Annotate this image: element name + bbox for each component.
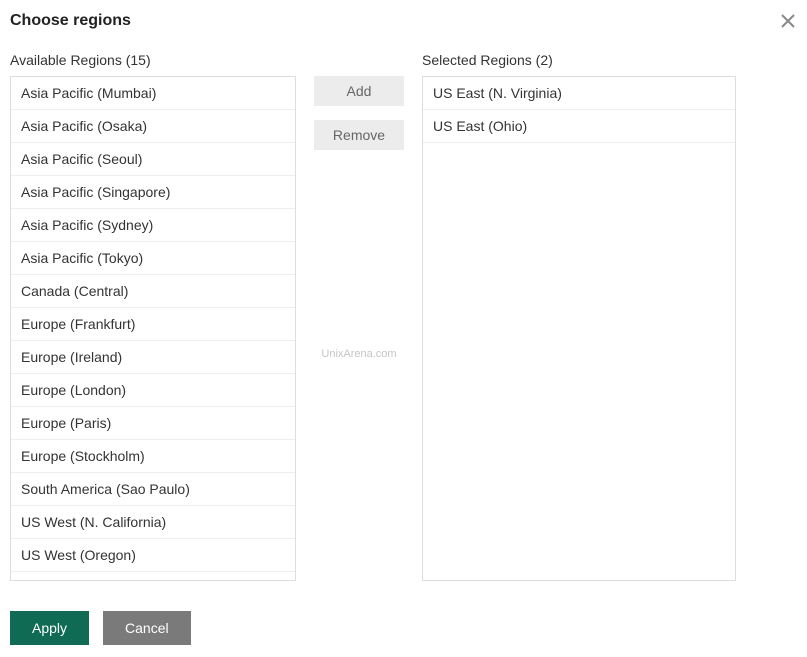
- add-button[interactable]: Add: [314, 76, 404, 106]
- list-item[interactable]: US East (Ohio): [423, 110, 735, 143]
- list-item[interactable]: Canada (Central): [11, 275, 295, 308]
- list-item[interactable]: US West (N. California): [11, 506, 295, 539]
- dialog-footer: Apply Cancel: [10, 611, 797, 645]
- selected-list[interactable]: US East (N. Virginia)US East (Ohio): [422, 76, 736, 581]
- list-item[interactable]: Europe (Ireland): [11, 341, 295, 374]
- selected-panel: Selected Regions (2) US East (N. Virgini…: [422, 52, 736, 581]
- list-item[interactable]: Asia Pacific (Tokyo): [11, 242, 295, 275]
- list-item[interactable]: Europe (London): [11, 374, 295, 407]
- available-count: 15: [130, 52, 146, 68]
- list-item[interactable]: South America (Sao Paulo): [11, 473, 295, 506]
- cancel-button[interactable]: Cancel: [103, 611, 191, 645]
- list-item[interactable]: US East (N. Virginia): [423, 77, 735, 110]
- available-label-text: Available Regions: [10, 52, 122, 68]
- list-item[interactable]: Asia Pacific (Mumbai): [11, 77, 295, 110]
- selected-label: Selected Regions (2): [422, 52, 736, 68]
- selected-count: 2: [540, 52, 548, 68]
- list-item[interactable]: Asia Pacific (Seoul): [11, 143, 295, 176]
- selected-label-text: Selected Regions: [422, 52, 532, 68]
- dialog-title: Choose regions: [10, 12, 131, 30]
- list-item[interactable]: Europe (Paris): [11, 407, 295, 440]
- available-panel: Available Regions (15) Asia Pacific (Mum…: [10, 52, 296, 581]
- list-item[interactable]: Europe (Stockholm): [11, 440, 295, 473]
- dialog-header: Choose regions: [10, 12, 797, 30]
- available-label: Available Regions (15): [10, 52, 296, 68]
- close-icon[interactable]: [779, 12, 797, 30]
- list-item[interactable]: Asia Pacific (Osaka): [11, 110, 295, 143]
- transfer-controls: Add Remove UnixArena.com: [296, 52, 422, 581]
- list-item[interactable]: Asia Pacific (Sydney): [11, 209, 295, 242]
- list-item[interactable]: Asia Pacific (Singapore): [11, 176, 295, 209]
- region-selector: Available Regions (15) Asia Pacific (Mum…: [10, 52, 797, 581]
- remove-button[interactable]: Remove: [314, 120, 404, 150]
- list-item[interactable]: US West (Oregon): [11, 539, 295, 572]
- list-item[interactable]: Europe (Frankfurt): [11, 308, 295, 341]
- apply-button[interactable]: Apply: [10, 611, 89, 645]
- watermark-text: UnixArena.com: [321, 348, 396, 360]
- available-list[interactable]: Asia Pacific (Mumbai)Asia Pacific (Osaka…: [10, 76, 296, 581]
